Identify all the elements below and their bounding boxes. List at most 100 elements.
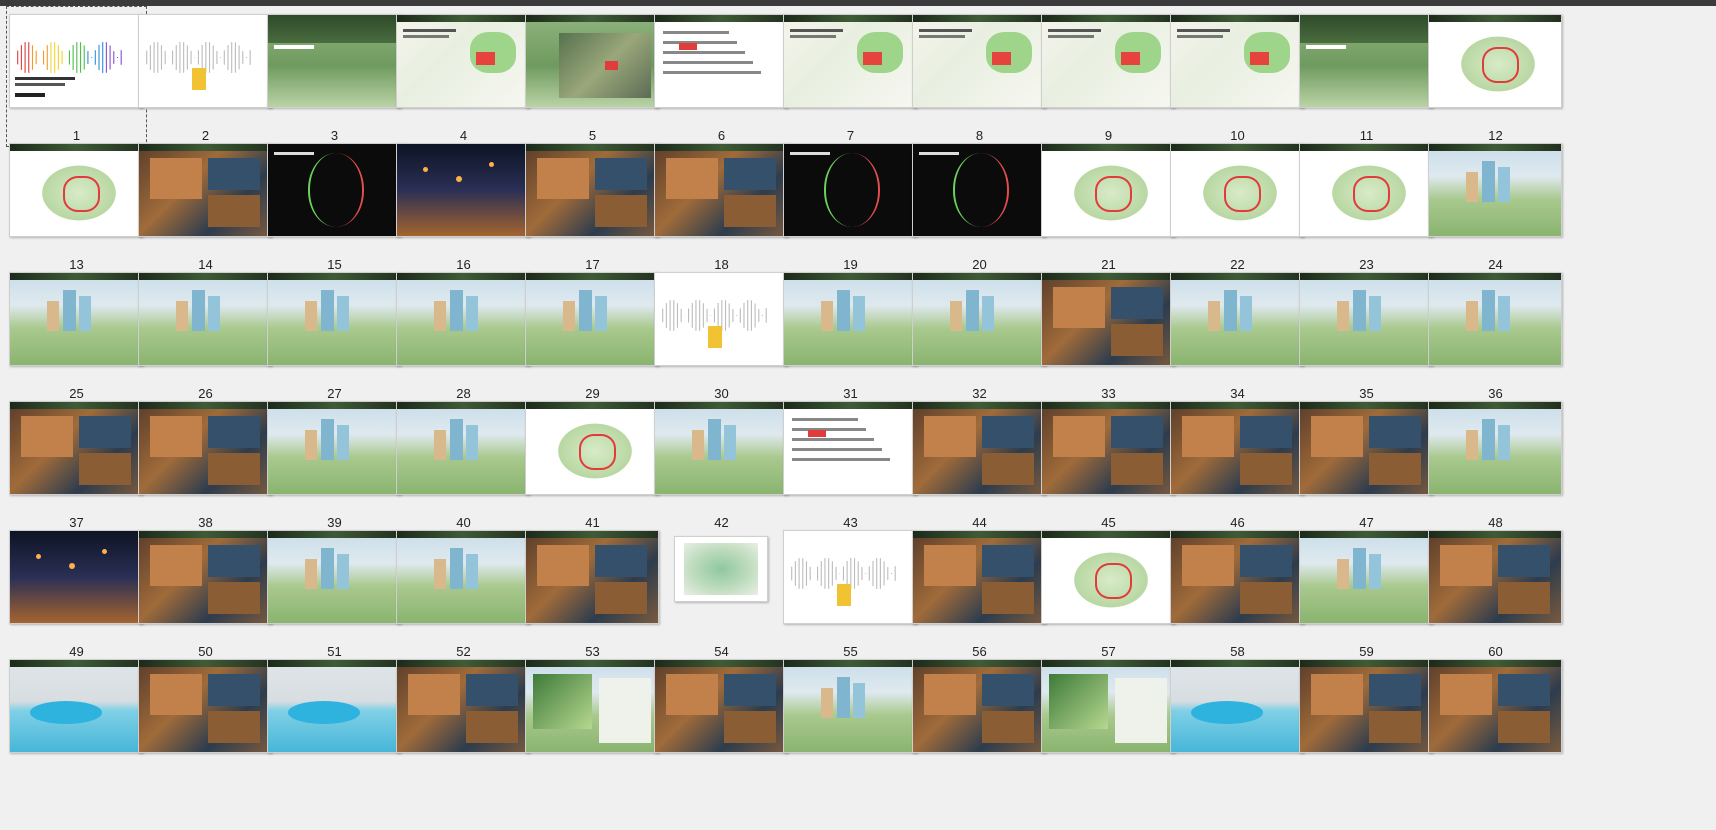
slide-thumbnail-13[interactable]: 13 — [6, 135, 147, 276]
slide-thumbnail-11[interactable]: 11 — [1296, 6, 1437, 147]
slide-thumbnail-6[interactable]: 6 — [651, 6, 792, 147]
slide-preview[interactable] — [525, 530, 659, 624]
slide-preview[interactable] — [525, 401, 659, 495]
slide-thumbnail-33[interactable]: 33 — [1038, 264, 1179, 405]
slide-preview[interactable] — [138, 143, 272, 237]
slide-thumbnail-32[interactable]: 32 — [909, 264, 1050, 405]
slide-thumbnail-20[interactable]: 20 — [909, 135, 1050, 276]
slide-thumbnail-29[interactable]: 29 — [522, 264, 663, 405]
slide-preview[interactable] — [912, 530, 1046, 624]
slide-preview[interactable] — [783, 401, 917, 495]
slide-preview[interactable] — [1428, 530, 1562, 624]
slide-preview[interactable] — [396, 14, 530, 108]
slide-thumbnail-59[interactable]: 59 — [1296, 522, 1437, 663]
slide-preview[interactable] — [654, 272, 788, 366]
slide-thumbnail-18[interactable]: 18 — [651, 135, 792, 276]
slide-preview[interactable] — [1428, 143, 1562, 237]
slide-preview[interactable] — [267, 401, 401, 495]
slide-thumbnail-1[interactable]: 1 — [6, 6, 147, 147]
slide-thumbnail-54[interactable]: 54 — [651, 522, 792, 663]
slide-preview[interactable] — [1170, 272, 1304, 366]
slide-preview[interactable] — [267, 530, 401, 624]
slide-thumbnail-row6-8[interactable] — [909, 651, 1050, 792]
slide-thumbnail-50[interactable]: 50 — [135, 522, 276, 663]
slide-thumbnail-44[interactable]: 44 — [909, 393, 1050, 534]
slide-preview[interactable] — [783, 14, 917, 108]
slide-preview[interactable] — [267, 14, 401, 108]
slide-thumbnail-25[interactable]: 25 — [6, 264, 147, 405]
slide-thumbnail-45[interactable]: 45 — [1038, 393, 1179, 534]
slide-thumbnail-40[interactable]: 40 — [393, 393, 534, 534]
slide-preview[interactable] — [525, 143, 659, 237]
slide-preview[interactable] — [654, 143, 788, 237]
slide-preview[interactable] — [525, 272, 659, 366]
slide-thumbnail-42[interactable]: 42 — [651, 393, 792, 534]
slide-thumbnail-51[interactable]: 51 — [264, 522, 405, 663]
slide-thumbnail-49[interactable]: 49 — [6, 522, 147, 663]
slide-preview[interactable] — [783, 272, 917, 366]
slide-preview[interactable] — [1041, 530, 1175, 624]
slide-preview[interactable] — [1428, 401, 1562, 495]
slide-preview[interactable] — [912, 272, 1046, 366]
slide-thumbnail-48[interactable]: 48 — [1425, 393, 1566, 534]
slide-thumbnail-28[interactable]: 28 — [393, 264, 534, 405]
slide-preview[interactable] — [912, 14, 1046, 108]
slide-thumbnail-row6-9[interactable] — [1038, 651, 1179, 792]
slide-preview[interactable] — [1170, 659, 1304, 753]
slide-preview[interactable] — [1041, 272, 1175, 366]
slide-preview[interactable] — [396, 401, 530, 495]
slide-preview[interactable] — [783, 659, 917, 753]
slide-thumbnail-56[interactable]: 56 — [909, 522, 1050, 663]
slide-preview[interactable] — [396, 530, 530, 624]
slide-preview[interactable] — [1170, 530, 1304, 624]
slide-preview[interactable] — [1299, 530, 1433, 624]
slide-thumbnail-row6-11[interactable] — [1296, 651, 1437, 792]
slide-thumbnail-43[interactable]: 43 — [780, 393, 921, 534]
slide-thumbnail-57[interactable]: 57 — [1038, 522, 1179, 663]
slide-thumbnail-row6-12[interactable] — [1425, 651, 1566, 792]
slide-preview[interactable] — [1170, 401, 1304, 495]
slide-thumbnail-row6-5[interactable] — [522, 651, 663, 792]
slide-thumbnail-row6-10[interactable] — [1167, 651, 1308, 792]
slide-preview[interactable] — [1170, 14, 1304, 108]
slide-preview[interactable] — [138, 14, 272, 108]
slide-thumbnail-9[interactable]: 9 — [1038, 6, 1179, 147]
slide-thumbnail-52[interactable]: 52 — [393, 522, 534, 663]
slide-thumbnail-14[interactable]: 14 — [135, 135, 276, 276]
slide-thumbnail-46[interactable]: 46 — [1167, 393, 1308, 534]
slide-preview[interactable] — [138, 272, 272, 366]
slide-thumbnail-24[interactable]: 24 — [1425, 135, 1566, 276]
slide-preview[interactable] — [1299, 143, 1433, 237]
slide-preview[interactable] — [1428, 14, 1562, 108]
slide-thumbnail-10[interactable]: 10 — [1167, 6, 1308, 147]
slide-thumbnail-row6-1[interactable] — [6, 651, 147, 792]
slide-thumbnail-row6-4[interactable] — [393, 651, 534, 792]
slide-thumbnail-36[interactable]: 36 — [1425, 264, 1566, 405]
slide-thumbnail-30[interactable]: 30 — [651, 264, 792, 405]
slide-preview[interactable] — [1299, 659, 1433, 753]
slide-sorter-grid[interactable]: 1 2 3 4 5 6 7 8 9 10 11 12 13 14 15 16 17 18 19 20 21 22 23 24 2… — [0, 6, 1716, 830]
slide-thumbnail-31[interactable]: 31 — [780, 264, 921, 405]
slide-thumbnail-12[interactable]: 12 — [1425, 6, 1566, 147]
slide-preview[interactable] — [9, 401, 143, 495]
slide-preview[interactable] — [1428, 272, 1562, 366]
slide-thumbnail-7[interactable]: 7 — [780, 6, 921, 147]
slide-preview[interactable] — [267, 272, 401, 366]
slide-thumbnail-21[interactable]: 21 — [1038, 135, 1179, 276]
slide-thumbnail-16[interactable]: 16 — [393, 135, 534, 276]
slide-preview[interactable] — [9, 272, 143, 366]
slide-thumbnail-60[interactable]: 60 — [1425, 522, 1566, 663]
slide-thumbnail-22[interactable]: 22 — [1167, 135, 1308, 276]
slide-preview[interactable] — [674, 536, 768, 602]
slide-thumbnail-39[interactable]: 39 — [264, 393, 405, 534]
slide-thumbnail-47[interactable]: 47 — [1296, 393, 1437, 534]
slide-preview[interactable] — [1299, 401, 1433, 495]
slide-thumbnail-41[interactable]: 41 — [522, 393, 663, 534]
slide-thumbnail-19[interactable]: 19 — [780, 135, 921, 276]
slide-thumbnail-55[interactable]: 55 — [780, 522, 921, 663]
slide-preview[interactable] — [525, 14, 659, 108]
slide-thumbnail-27[interactable]: 27 — [264, 264, 405, 405]
slide-preview[interactable] — [9, 659, 143, 753]
slide-preview[interactable] — [912, 659, 1046, 753]
slide-preview[interactable] — [396, 143, 530, 237]
